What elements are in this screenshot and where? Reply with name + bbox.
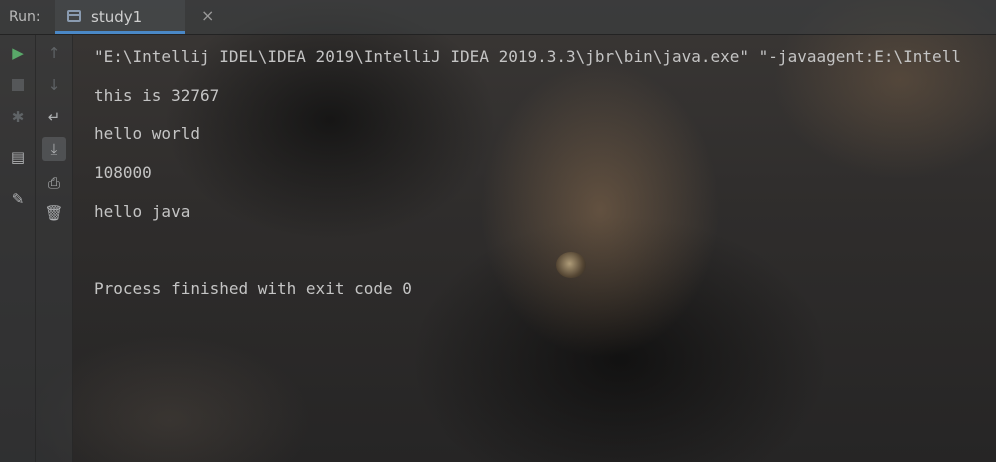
console-line: 108000 (94, 163, 152, 182)
layout-icon[interactable]: ▤ (6, 145, 30, 169)
play-icon[interactable]: ▶ (6, 41, 30, 65)
console-line: hello world (94, 124, 200, 143)
tab-study1[interactable]: study1 × (55, 0, 214, 34)
close-icon[interactable]: × (201, 6, 214, 25)
console-line-command: "E:\Intellij IDEL\IDEA 2019\IntelliJ IDE… (94, 47, 961, 66)
print-icon[interactable]: ⎙ (42, 171, 66, 195)
trash-icon[interactable]: 🗑 (42, 201, 66, 225)
stop-icon[interactable] (6, 73, 30, 97)
run-label: Run: (9, 9, 41, 25)
console-icon (67, 10, 81, 22)
soft-wrap-icon[interactable]: ↵ (42, 105, 66, 129)
tab-label: study1 (91, 8, 143, 26)
arrow-down-icon[interactable]: ↓ (42, 73, 66, 97)
debug-icon[interactable]: ✱ (6, 105, 30, 129)
console-output[interactable]: "E:\Intellij IDEL\IDEA 2019\IntelliJ IDE… (94, 41, 996, 298)
console-line-exit-status: Process finished with exit code 0 (94, 279, 412, 298)
background-ornament (556, 252, 586, 278)
run-toolbar-left: ▶ ✱ ▤ ✎ (0, 35, 36, 462)
console-line: this is 32767 (94, 86, 220, 105)
run-toolbar-right: ↑ ↓ ↵ ⤓ ⎙ 🗑 (36, 35, 73, 462)
arrow-up-icon[interactable]: ↑ (42, 41, 66, 65)
scroll-to-end-icon[interactable]: ⤓ (42, 137, 66, 161)
console-line: hello java (94, 202, 191, 221)
pin-icon[interactable]: ✎ (6, 187, 30, 211)
run-toolwindow-header: Run: study1 × (0, 0, 996, 35)
